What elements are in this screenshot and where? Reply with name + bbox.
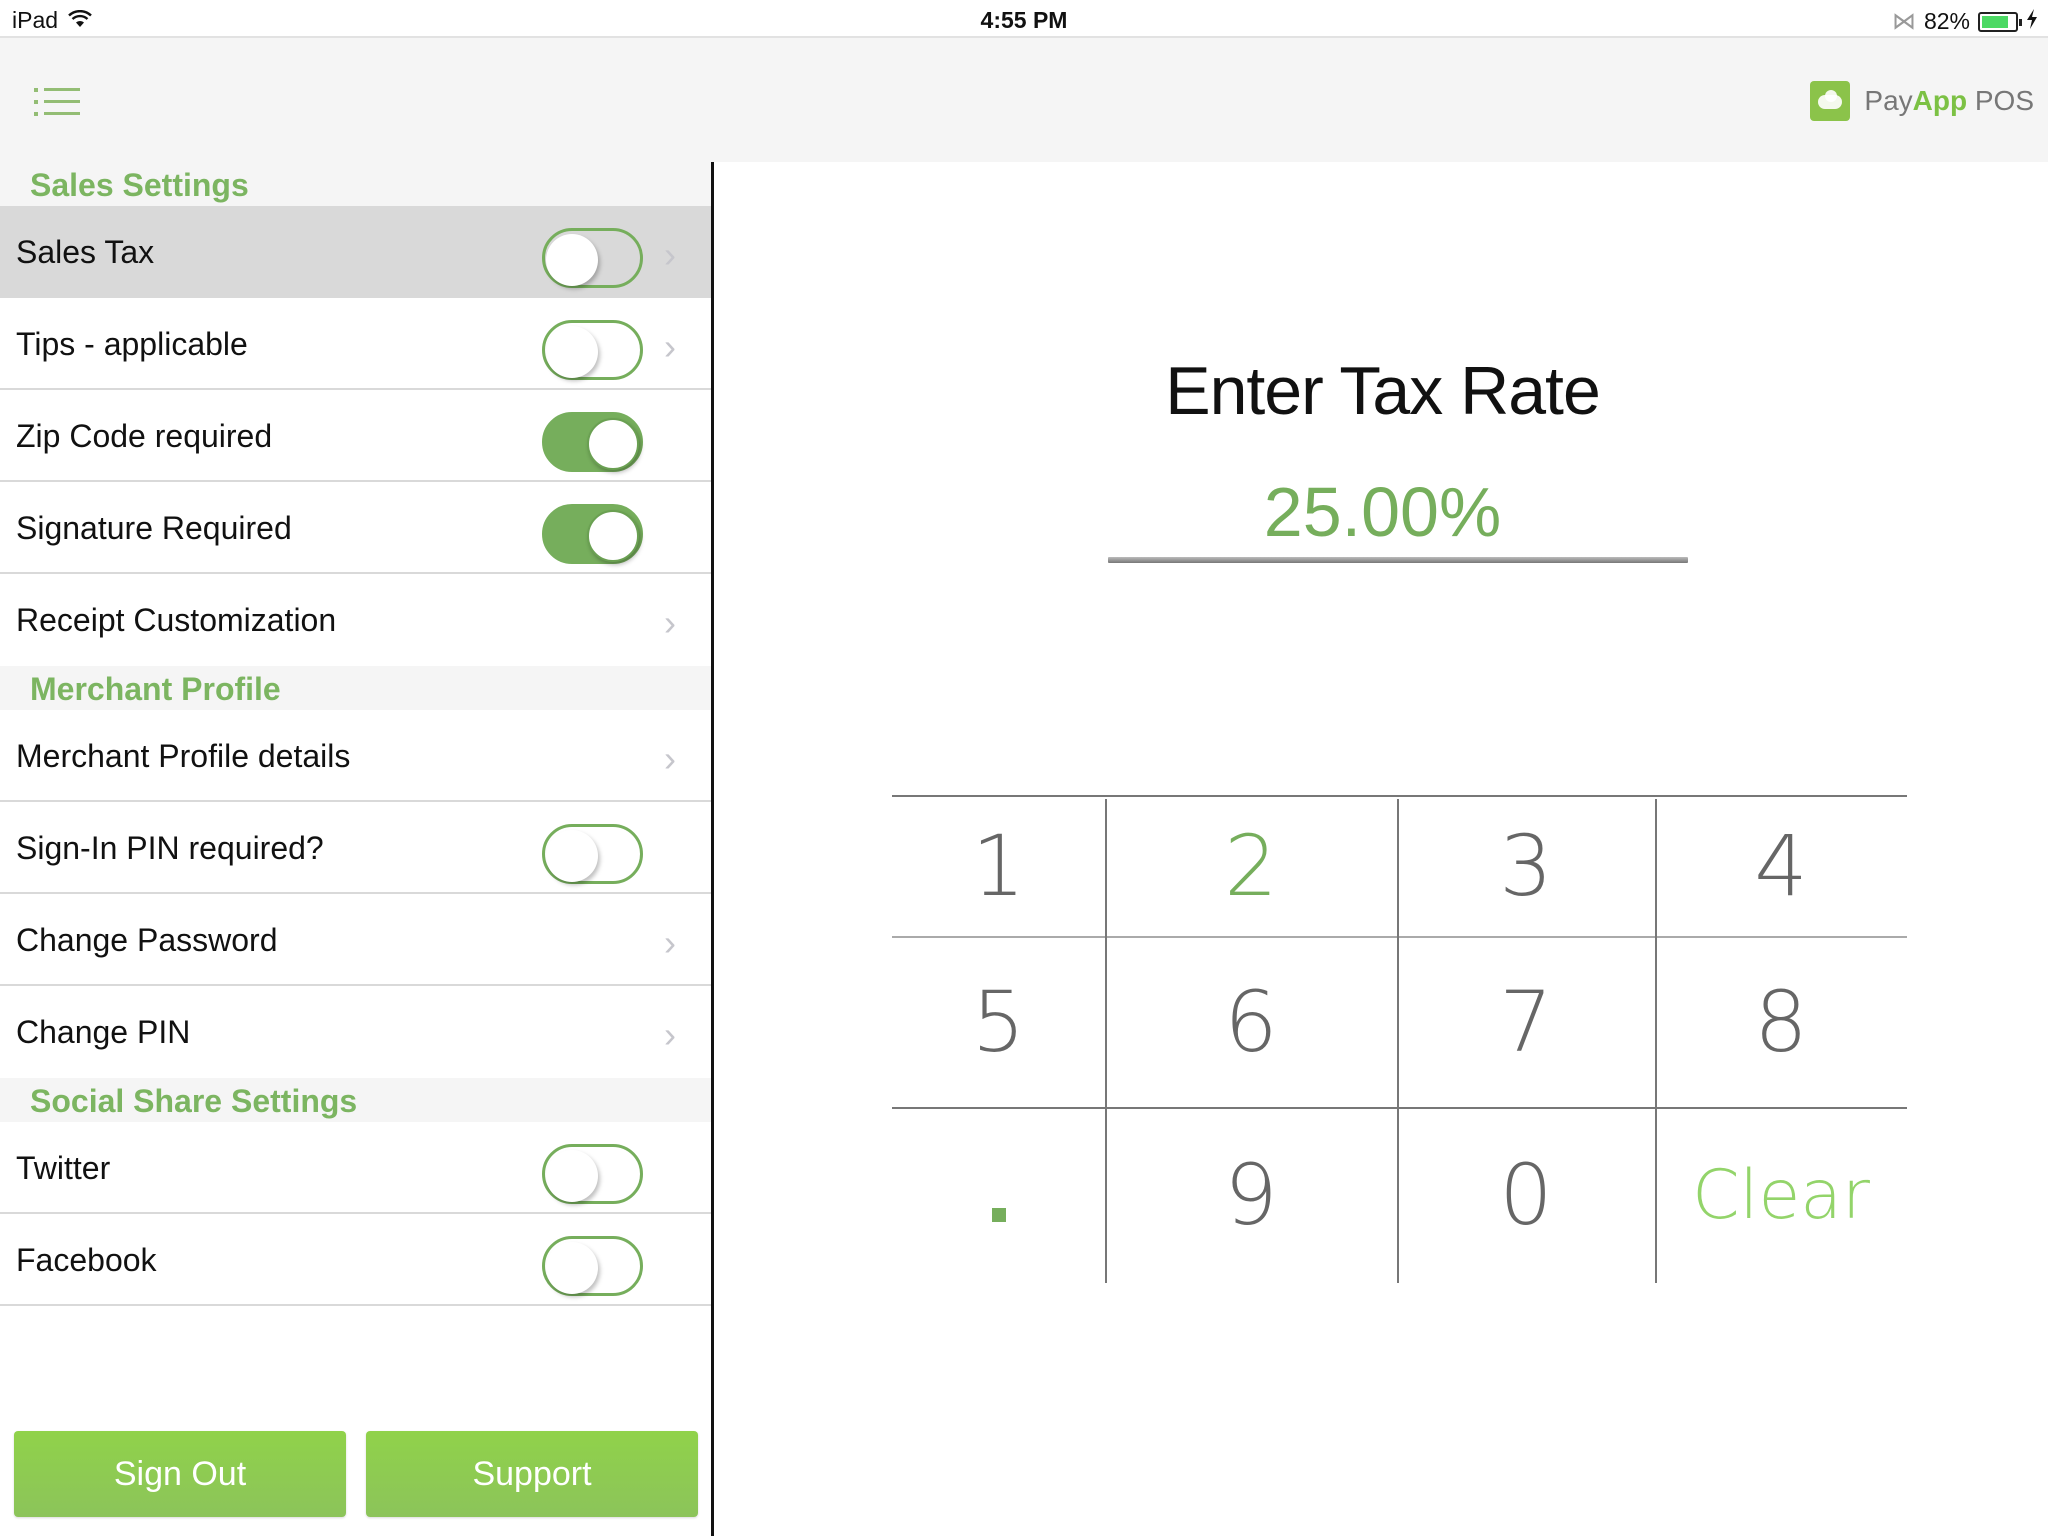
charging-icon — [2026, 8, 2038, 35]
chevron-right-icon[interactable]: › — [664, 922, 676, 964]
chevron-right-icon[interactable]: › — [664, 738, 676, 780]
settings-row-label: Twitter — [16, 1150, 111, 1186]
keypad-key-2[interactable]: 2 — [1105, 795, 1397, 936]
settings-row[interactable]: Receipt Customization › — [0, 574, 711, 666]
toggle-knob — [587, 418, 639, 470]
settings-row-label: Change Password — [16, 922, 278, 958]
settings-row-label: Tips - applicable — [16, 326, 248, 362]
chevron-right-icon[interactable]: › — [664, 1014, 676, 1056]
page-title: Enter Tax Rate — [1165, 353, 1601, 429]
settings-row[interactable]: Merchant Profile details › — [0, 710, 711, 802]
keypad-clear-key[interactable]: Clear — [1655, 1107, 1907, 1283]
keypad-key-8[interactable]: 8 — [1655, 936, 1907, 1107]
toggle-switch[interactable] — [542, 412, 643, 472]
brand-name: PayApp POS — [1864, 85, 2034, 116]
chevron-right-icon[interactable]: › — [664, 234, 676, 276]
settings-sidebar: Sales Settings Sales Tax › Tips - applicabl… — [0, 162, 714, 1536]
settings-row[interactable]: Sign-In PIN required? — [0, 802, 711, 894]
keypad-key-9[interactable]: 9 — [1105, 1107, 1397, 1283]
toggle-knob — [546, 234, 598, 286]
settings-row[interactable]: Tips - applicable › — [0, 298, 711, 390]
tax-rate-value[interactable]: 25.00% — [717, 472, 2048, 552]
toggle-knob — [587, 510, 639, 562]
settings-row-label: Signature Required — [16, 510, 292, 546]
sign-out-button[interactable]: Sign Out — [14, 1431, 346, 1517]
section-header: Merchant Profile — [0, 666, 711, 710]
settings-row[interactable]: Change PIN › — [0, 986, 711, 1078]
chevron-right-icon[interactable]: › — [664, 326, 676, 368]
settings-row-label: Zip Code required — [16, 418, 273, 454]
toggle-knob — [546, 326, 598, 378]
toggle-switch[interactable] — [542, 824, 643, 884]
bluetooth-icon: ⋈ — [1891, 8, 1916, 35]
battery-icon — [1978, 11, 2022, 32]
toggle-switch[interactable] — [542, 504, 643, 564]
tax-rate-panel: Enter Tax Rate 25.00% 1 2 3 4 5 6 7 8 9 0 Clear — [717, 162, 2048, 1536]
decimal-dot-icon — [991, 1208, 1006, 1222]
status-bar: iPad 4:55 PM ⋈ 82% — [0, 0, 2048, 38]
settings-row-label: Facebook — [16, 1242, 157, 1278]
keypad-key-3[interactable]: 3 — [1397, 795, 1655, 936]
chevron-right-icon[interactable]: › — [664, 602, 676, 644]
clock: 4:55 PM — [980, 7, 1068, 33]
rate-underline — [1108, 557, 1688, 563]
toggle-switch[interactable] — [542, 320, 643, 380]
toggle-knob — [546, 830, 598, 882]
settings-row[interactable]: Zip Code required — [0, 390, 711, 482]
battery-percent: 82% — [1923, 8, 1970, 34]
keypad-key-0[interactable]: 0 — [1397, 1107, 1655, 1283]
keypad-key-4[interactable]: 4 — [1655, 795, 1907, 936]
section-header: Social Share Settings — [0, 1078, 711, 1122]
settings-row-label: Sign-In PIN required? — [16, 830, 324, 866]
settings-row-label: Change PIN — [16, 1014, 191, 1050]
settings-row[interactable]: Sales Tax › — [0, 206, 711, 298]
battery-fill — [1982, 15, 2009, 28]
brand-logo: PayApp POS — [1810, 81, 2034, 121]
settings-row[interactable]: Signature Required — [0, 482, 711, 574]
settings-row[interactable]: Change Password › — [0, 894, 711, 986]
settings-row[interactable]: Twitter — [0, 1122, 711, 1214]
keypad-decimal-key[interactable] — [892, 1107, 1105, 1283]
settings-row-label: Receipt Customization — [16, 602, 337, 638]
keypad-key-5[interactable]: 5 — [892, 936, 1105, 1107]
keypad-key-7[interactable]: 7 — [1397, 936, 1655, 1107]
toggle-knob — [546, 1242, 598, 1294]
list-menu-icon[interactable] — [34, 88, 80, 118]
settings-row-label: Merchant Profile details — [16, 738, 351, 774]
toggle-switch[interactable] — [542, 1236, 643, 1296]
settings-row[interactable]: Facebook — [0, 1214, 711, 1306]
keypad-key-6[interactable]: 6 — [1105, 936, 1397, 1107]
section-header: Sales Settings — [0, 162, 711, 206]
numeric-keypad: 1 2 3 4 5 6 7 8 9 0 Clear — [892, 795, 1907, 1283]
toggle-knob — [546, 1150, 598, 1202]
app-header: PayApp POS — [0, 38, 2048, 162]
cloud-icon — [1810, 81, 1851, 121]
toggle-switch[interactable] — [542, 1144, 643, 1204]
toggle-switch[interactable] — [542, 228, 643, 288]
keypad-key-1[interactable]: 1 — [892, 795, 1105, 936]
support-button[interactable]: Support — [366, 1431, 698, 1517]
settings-row-label: Sales Tax — [16, 234, 155, 270]
